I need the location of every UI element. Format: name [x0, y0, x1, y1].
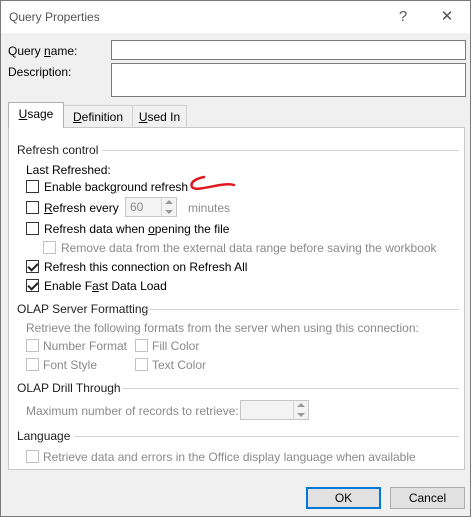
font-style-checkbox[interactable] — [26, 358, 39, 371]
tab-definition[interactable]: Definition — [63, 105, 133, 127]
number-format-checkbox[interactable] — [26, 339, 39, 352]
refresh-interval-value: 60 — [130, 200, 144, 214]
retrieve-language-label: Retrieve data and errors in the Office d… — [43, 450, 416, 464]
refresh-control-heading: Refresh control — [17, 143, 99, 157]
text-color-checkbox[interactable] — [135, 358, 148, 371]
enable-background-refresh-checkbox[interactable] — [26, 180, 39, 193]
query-name-input[interactable] — [111, 40, 466, 60]
spinner-up-icon[interactable] — [165, 200, 173, 204]
tab-usage[interactable]: Usage — [8, 102, 64, 128]
refresh-all-label: Refresh this connection on Refresh All — [44, 260, 248, 274]
refresh-every-checkbox[interactable] — [26, 201, 39, 214]
refresh-on-open-label: Refresh data when opening the file — [44, 222, 230, 236]
language-divider — [74, 436, 459, 437]
refresh-interval-spinner[interactable]: 60 — [125, 197, 177, 217]
max-records-up-icon[interactable] — [297, 403, 305, 407]
olap-formatting-description: Retrieve the following formats from the … — [26, 321, 419, 335]
max-records-down-icon[interactable] — [297, 413, 305, 417]
number-format-label: Number Format — [43, 339, 128, 353]
fill-color-label: Fill Color — [152, 339, 200, 353]
spinner-down-icon[interactable] — [165, 210, 173, 214]
dialog-title: Query Properties — [9, 10, 100, 24]
max-records-spinner[interactable] — [240, 400, 309, 420]
max-records-label: Maximum number of records to retrieve: — [26, 404, 239, 418]
refresh-every-label: Refresh every — [44, 201, 119, 215]
refresh-all-checkbox[interactable] — [26, 260, 39, 273]
refresh-on-open-checkbox[interactable] — [26, 222, 39, 235]
font-style-label: Font Style — [43, 358, 98, 372]
close-button[interactable]: ✕ — [425, 5, 469, 29]
fast-data-load-checkbox[interactable] — [26, 279, 39, 292]
query-properties-dialog: Query Properties ? ✕ Query name: Descrip… — [0, 0, 471, 517]
last-refreshed-label: Last Refreshed: — [26, 163, 111, 177]
enable-background-refresh-label: Enable background refresh — [44, 180, 189, 194]
olap-formatting-heading: OLAP Server Formatting — [17, 302, 149, 316]
description-label: Description: — [8, 65, 72, 79]
title-bar: Query Properties ? ✕ — [1, 1, 470, 33]
refresh-control-divider — [102, 150, 459, 151]
retrieve-language-checkbox[interactable] — [26, 450, 39, 463]
help-button[interactable]: ? — [381, 5, 425, 29]
cancel-button[interactable]: Cancel — [390, 487, 465, 509]
olap-formatting-divider — [144, 309, 459, 310]
remove-data-label: Remove data from the external data range… — [61, 241, 437, 255]
description-textarea[interactable] — [111, 63, 466, 97]
query-name-label: Query name: — [8, 44, 78, 58]
fill-color-checkbox[interactable] — [135, 339, 148, 352]
ok-button[interactable]: OK — [306, 487, 381, 509]
language-heading: Language — [17, 429, 71, 443]
red-annotation-stroke — [190, 175, 236, 190]
olap-drill-divider — [122, 388, 459, 389]
olap-drill-heading: OLAP Drill Through — [17, 381, 121, 395]
tab-used-in[interactable]: Used In — [132, 105, 187, 127]
refresh-interval-unit: minutes — [188, 201, 231, 215]
remove-data-checkbox[interactable] — [43, 241, 56, 254]
text-color-label: Text Color — [152, 358, 207, 372]
fast-data-load-label: Enable Fast Data Load — [44, 279, 167, 293]
